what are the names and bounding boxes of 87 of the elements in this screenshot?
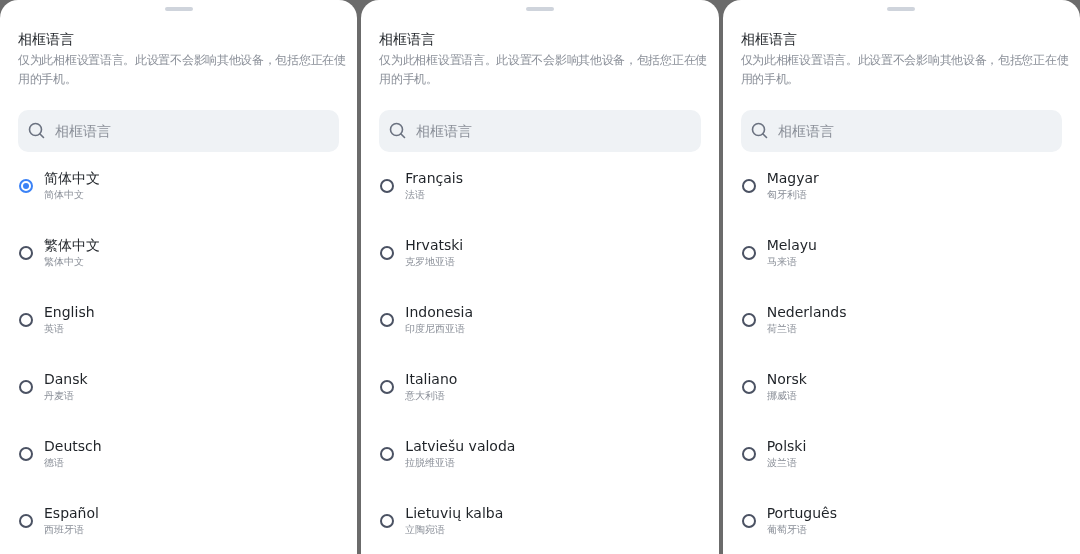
language-name: Hrvatski <box>405 236 464 255</box>
language-subtitle: 克罗地亚语 <box>405 255 457 269</box>
radio-button[interactable] <box>19 446 33 461</box>
language-name: Português <box>766 504 837 523</box>
radio-button[interactable] <box>741 245 756 260</box>
radio-button[interactable] <box>19 245 33 260</box>
language-name: Italiano <box>405 370 458 389</box>
language-name: Français <box>405 169 464 188</box>
language-name: Nederlands <box>766 303 847 322</box>
radio-button[interactable] <box>380 513 395 528</box>
radio-button[interactable] <box>741 379 756 394</box>
radio-button[interactable] <box>380 379 395 394</box>
language-name: 简体中文 <box>44 169 100 188</box>
language-option[interactable]: Magyar 匈牙利语 <box>740 152 1062 219</box>
language-subtitle: 立陶宛语 <box>405 523 447 537</box>
language-name: Norsk <box>766 370 807 389</box>
language-option[interactable]: 简体中文 简体中文 <box>18 152 340 219</box>
search-icon <box>28 122 46 140</box>
language-name: Español <box>44 504 99 523</box>
language-option[interactable]: Hrvatski 克罗地亚语 <box>379 219 701 286</box>
drag-handle[interactable] <box>526 7 554 11</box>
language-name: Dansk <box>44 370 88 389</box>
radio-button[interactable] <box>380 178 395 193</box>
language-option[interactable]: Latviešu valoda 拉脱维亚语 <box>379 420 701 487</box>
sheet-description: 仅为此相框设置语言。此设置不会影响其他设备，包括您正在使用的手机。 <box>379 52 708 88</box>
language-option[interactable]: English 英语 <box>18 286 340 353</box>
language-name: Magyar <box>766 169 819 188</box>
drag-handle[interactable] <box>164 7 193 11</box>
radio-button[interactable] <box>19 178 33 193</box>
drag-handle[interactable] <box>887 7 916 11</box>
language-subtitle: 拉脱维亚语 <box>405 456 457 470</box>
language-option[interactable]: Indonesia 印度尼西亚语 <box>379 286 701 353</box>
search-icon <box>389 122 408 140</box>
language-subtitle: 荷兰语 <box>766 322 798 336</box>
language-option[interactable]: 繁体中文 繁体中文 <box>18 219 340 286</box>
language-subtitle: 马来语 <box>766 255 798 269</box>
radio-button[interactable] <box>19 513 33 528</box>
sheet-title: 相框语言 <box>740 30 798 49</box>
language-option[interactable]: Deutsch 德语 <box>18 420 340 487</box>
language-subtitle: 意大利语 <box>405 389 447 403</box>
language-name: Polski <box>766 437 807 456</box>
radio-button[interactable] <box>19 312 33 327</box>
radio-button[interactable] <box>741 312 756 327</box>
search-field[interactable]: 相框语言 <box>740 110 1062 152</box>
language-option[interactable]: Lietuvių kalba 立陶宛语 <box>379 487 701 554</box>
radio-button[interactable] <box>741 446 756 461</box>
language-subtitle: 匈牙利语 <box>766 188 808 202</box>
sheet-description: 仅为此相框设置语言。此设置不会影响其他设备，包括您正在使用的手机。 <box>18 52 347 88</box>
language-name: Lietuvių kalba <box>405 504 504 523</box>
language-subtitle: 波兰语 <box>766 456 798 470</box>
radio-button[interactable] <box>380 312 395 327</box>
language-subtitle: 英语 <box>44 322 65 336</box>
language-name: 繁体中文 <box>44 236 100 255</box>
language-option[interactable]: Nederlands 荷兰语 <box>740 286 1062 353</box>
language-name: Indonesia <box>405 303 474 322</box>
radio-button[interactable] <box>380 446 395 461</box>
language-subtitle: 挪威语 <box>766 389 798 403</box>
language-option[interactable]: Italiano 意大利语 <box>379 353 701 420</box>
search-icon <box>750 122 769 140</box>
language-option[interactable]: Polski 波兰语 <box>740 420 1062 487</box>
language-subtitle: 繁体中文 <box>44 255 85 269</box>
language-subtitle: 德语 <box>44 456 65 470</box>
language-option[interactable]: Português 葡萄牙语 <box>740 487 1062 554</box>
sheet-title: 相框语言 <box>18 30 75 49</box>
language-subtitle: 印度尼西亚语 <box>405 322 467 336</box>
language-name: Deutsch <box>44 437 102 456</box>
language-name: English <box>44 303 95 322</box>
language-option[interactable]: Français 法语 <box>379 152 701 219</box>
language-subtitle: 丹麦语 <box>44 389 75 403</box>
language-option[interactable]: Español 西班牙语 <box>18 487 340 554</box>
radio-button[interactable] <box>741 178 756 193</box>
language-subtitle: 葡萄牙语 <box>766 523 808 537</box>
sheet-description: 仅为此相框设置语言。此设置不会影响其他设备，包括您正在使用的手机。 <box>740 52 1070 88</box>
language-option[interactable]: Dansk 丹麦语 <box>18 353 340 420</box>
radio-button[interactable] <box>380 245 395 260</box>
search-field[interactable]: 相框语言 <box>18 110 340 152</box>
language-option[interactable]: Norsk 挪威语 <box>740 353 1062 420</box>
radio-button[interactable] <box>19 379 33 394</box>
language-subtitle: 简体中文 <box>44 188 85 202</box>
language-name: Melayu <box>766 236 817 255</box>
language-name: Latviešu valoda <box>405 437 516 456</box>
search-field[interactable]: 相框语言 <box>379 110 701 152</box>
radio-button[interactable] <box>741 513 756 528</box>
language-option[interactable]: Melayu 马来语 <box>740 219 1062 286</box>
language-subtitle: 西班牙语 <box>44 523 85 537</box>
sheet-title: 相框语言 <box>379 30 437 49</box>
language-subtitle: 法语 <box>405 188 427 202</box>
